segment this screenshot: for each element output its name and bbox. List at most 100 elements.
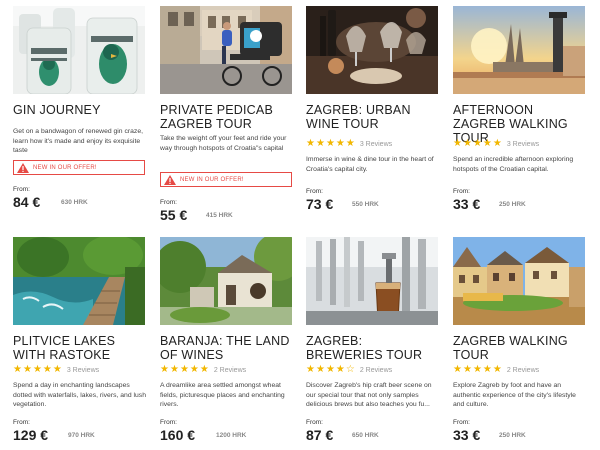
tour-description: Spend an incredible afternoon exploring …	[453, 156, 574, 173]
tour-description: Explore Zagreb by foot and have an authe…	[453, 382, 576, 408]
from-label: From:	[160, 419, 177, 426]
new-offer-badge: NEW IN OUR OFFER!	[13, 160, 145, 175]
zagreb-square-photo	[453, 237, 585, 325]
reviews-count[interactable]: 3 Reviews	[507, 141, 539, 148]
tour-card-plitvice[interactable]: PLITVICE LAKES WITH RASTOKE ★ ★ ★ ★ ★ 3 Revi…	[13, 237, 148, 450]
tour-title[interactable]: GIN JOURNEY	[13, 103, 148, 117]
reviews-count[interactable]: 2 Reviews	[214, 367, 246, 374]
price: 73 €	[306, 196, 334, 212]
tour-card-urban-wine[interactable]: ZAGREB: URBAN WINE TOUR ★ ★ ★ ★ ★ 3 Reviews …	[306, 6, 438, 228]
from-label: From:	[13, 419, 30, 426]
tour-description: A dreamlike area settled amongst wheat f…	[160, 382, 285, 408]
tour-image[interactable]	[453, 6, 585, 94]
old-price: 250 HRK	[499, 432, 526, 439]
old-price: 550 HRK	[352, 201, 379, 208]
tour-description: Discover Zagreb's hip craft beer scene o…	[306, 382, 432, 408]
tour-card-gin-journey[interactable]: GIN JOURNEY Get on a bandwagon of renewe…	[13, 6, 145, 228]
tour-card-afternoon-walking[interactable]: AFTERNOON ZAGREB WALKING TOUR ★ ★ ★ ★ ★ 3 Re…	[453, 6, 585, 228]
star-icon: ★	[492, 138, 502, 149]
reviews-count[interactable]: 2 Reviews	[360, 367, 392, 374]
from-label: From:	[13, 186, 30, 193]
badge-label: NEW IN OUR OFFER!	[180, 176, 244, 183]
star-icon: ★	[453, 138, 462, 149]
tour-title[interactable]: BARANJA: THE LAND OF WINES	[160, 334, 295, 362]
tour-card-breweries[interactable]: ZAGREB: BREWERIES TOUR ★ ★ ★ ★ ☆ 2 Reviews D…	[306, 237, 438, 450]
from-label: From:	[306, 419, 323, 426]
old-price: 250 HRK	[499, 201, 526, 208]
reviews-count[interactable]: 2 Reviews	[507, 367, 539, 374]
tour-card-zagreb-walking[interactable]: ZAGREB WALKING TOUR ★ ★ ★ ★ ★ 2 Reviews Expl…	[453, 237, 585, 450]
star-icon: ★	[462, 364, 472, 375]
star-icon: ★	[160, 364, 169, 375]
tour-description: Immerse in wine & dine tour in the heart…	[306, 156, 434, 173]
star-icon: ★	[335, 364, 345, 375]
star-icon: ★	[306, 138, 315, 149]
tour-card-baranja[interactable]: BARANJA: THE LAND OF WINES ★ ★ ★ ★ ★ 2 Revie…	[160, 237, 292, 450]
plitvice-boardwalk-photo	[13, 237, 145, 325]
new-offer-badge: NEW IN OUR OFFER!	[160, 172, 292, 187]
zagreb-sunset-photo	[453, 6, 585, 94]
tour-title[interactable]: PRIVATE PEDICAB ZAGREB TOUR	[160, 103, 295, 131]
rating-stars: ★ ★ ★ ★ ☆ 2 Reviews	[306, 365, 446, 375]
wine-glasses-photo	[306, 6, 438, 94]
star-icon: ★	[169, 364, 179, 375]
tour-description: Take the weight off your feet and ride y…	[160, 135, 287, 152]
tour-title[interactable]: ZAGREB WALKING TOUR	[453, 334, 588, 362]
tour-grid: GIN JOURNEY Get on a bandwagon of renewe…	[0, 0, 600, 450]
star-icon: ★	[472, 138, 482, 149]
price: 129 €	[13, 427, 49, 443]
star-icon: ★	[42, 364, 52, 375]
star-icon: ★	[335, 138, 345, 149]
star-icon: ★	[325, 138, 335, 149]
tour-image[interactable]	[13, 237, 145, 325]
beer-taps-photo	[306, 237, 438, 325]
price: 160 €	[160, 427, 196, 443]
reviews-count[interactable]: 3 Reviews	[360, 141, 392, 148]
reviews-count[interactable]: 3 Reviews	[67, 367, 99, 374]
tour-description: Spend a day in enchanting landscapes dot…	[13, 382, 146, 408]
rating-stars: ★ ★ ★ ★ ★ 2 Reviews	[160, 365, 300, 375]
tour-image[interactable]	[453, 237, 585, 325]
baranja-cellar-photo	[160, 237, 292, 325]
tour-title[interactable]: PLITVICE LAKES WITH RASTOKE	[13, 334, 148, 362]
price: 84 €	[13, 194, 41, 210]
price: 33 €	[453, 196, 481, 212]
star-icon: ★	[32, 364, 42, 375]
old-price: 1200 HRK	[216, 432, 247, 439]
tour-card-private-pedicab[interactable]: PRIVATE PEDICAB ZAGREB TOUR Take the wei…	[160, 6, 292, 228]
rating-stars: ★ ★ ★ ★ ★ 3 Reviews	[13, 365, 153, 375]
star-icon: ★	[453, 364, 462, 375]
rating-stars: ★ ★ ★ ★ ★ 2 Reviews	[453, 365, 593, 375]
star-icon: ★	[462, 138, 472, 149]
from-label: From:	[453, 188, 470, 195]
tour-image[interactable]	[160, 237, 292, 325]
old-price: 970 HRK	[68, 432, 95, 439]
star-icon: ★	[482, 138, 492, 149]
star-icon: ★	[189, 364, 199, 375]
tour-image[interactable]	[160, 6, 292, 94]
warning-icon	[17, 162, 29, 173]
star-icon: ★	[315, 364, 325, 375]
tour-title[interactable]: ZAGREB: URBAN WINE TOUR	[306, 103, 441, 131]
old-price: 630 HRK	[61, 199, 88, 206]
star-icon: ★	[325, 364, 335, 375]
old-price: 650 HRK	[352, 432, 379, 439]
tour-title[interactable]: ZAGREB: BREWERIES TOUR	[306, 334, 441, 362]
star-icon: ★	[345, 138, 355, 149]
old-price: 415 HRK	[206, 212, 233, 219]
tour-description: Get on a bandwagon of renewed gin craze,…	[13, 128, 143, 154]
rating-stars: ★ ★ ★ ★ ★ 3 Reviews	[306, 139, 446, 149]
tour-image[interactable]	[306, 237, 438, 325]
rating-stars: ★ ★ ★ ★ ★ 3 Reviews	[453, 139, 593, 149]
price: 33 €	[453, 427, 481, 443]
from-label: From:	[453, 419, 470, 426]
warning-icon	[164, 174, 176, 185]
price: 87 €	[306, 427, 334, 443]
badge-label: NEW IN OUR OFFER!	[33, 164, 97, 171]
star-icon: ★	[199, 364, 209, 375]
tour-image[interactable]	[13, 6, 145, 94]
star-icon: ★	[492, 364, 502, 375]
price: 55 €	[160, 207, 188, 223]
tour-image[interactable]	[306, 6, 438, 94]
star-icon: ★	[22, 364, 32, 375]
